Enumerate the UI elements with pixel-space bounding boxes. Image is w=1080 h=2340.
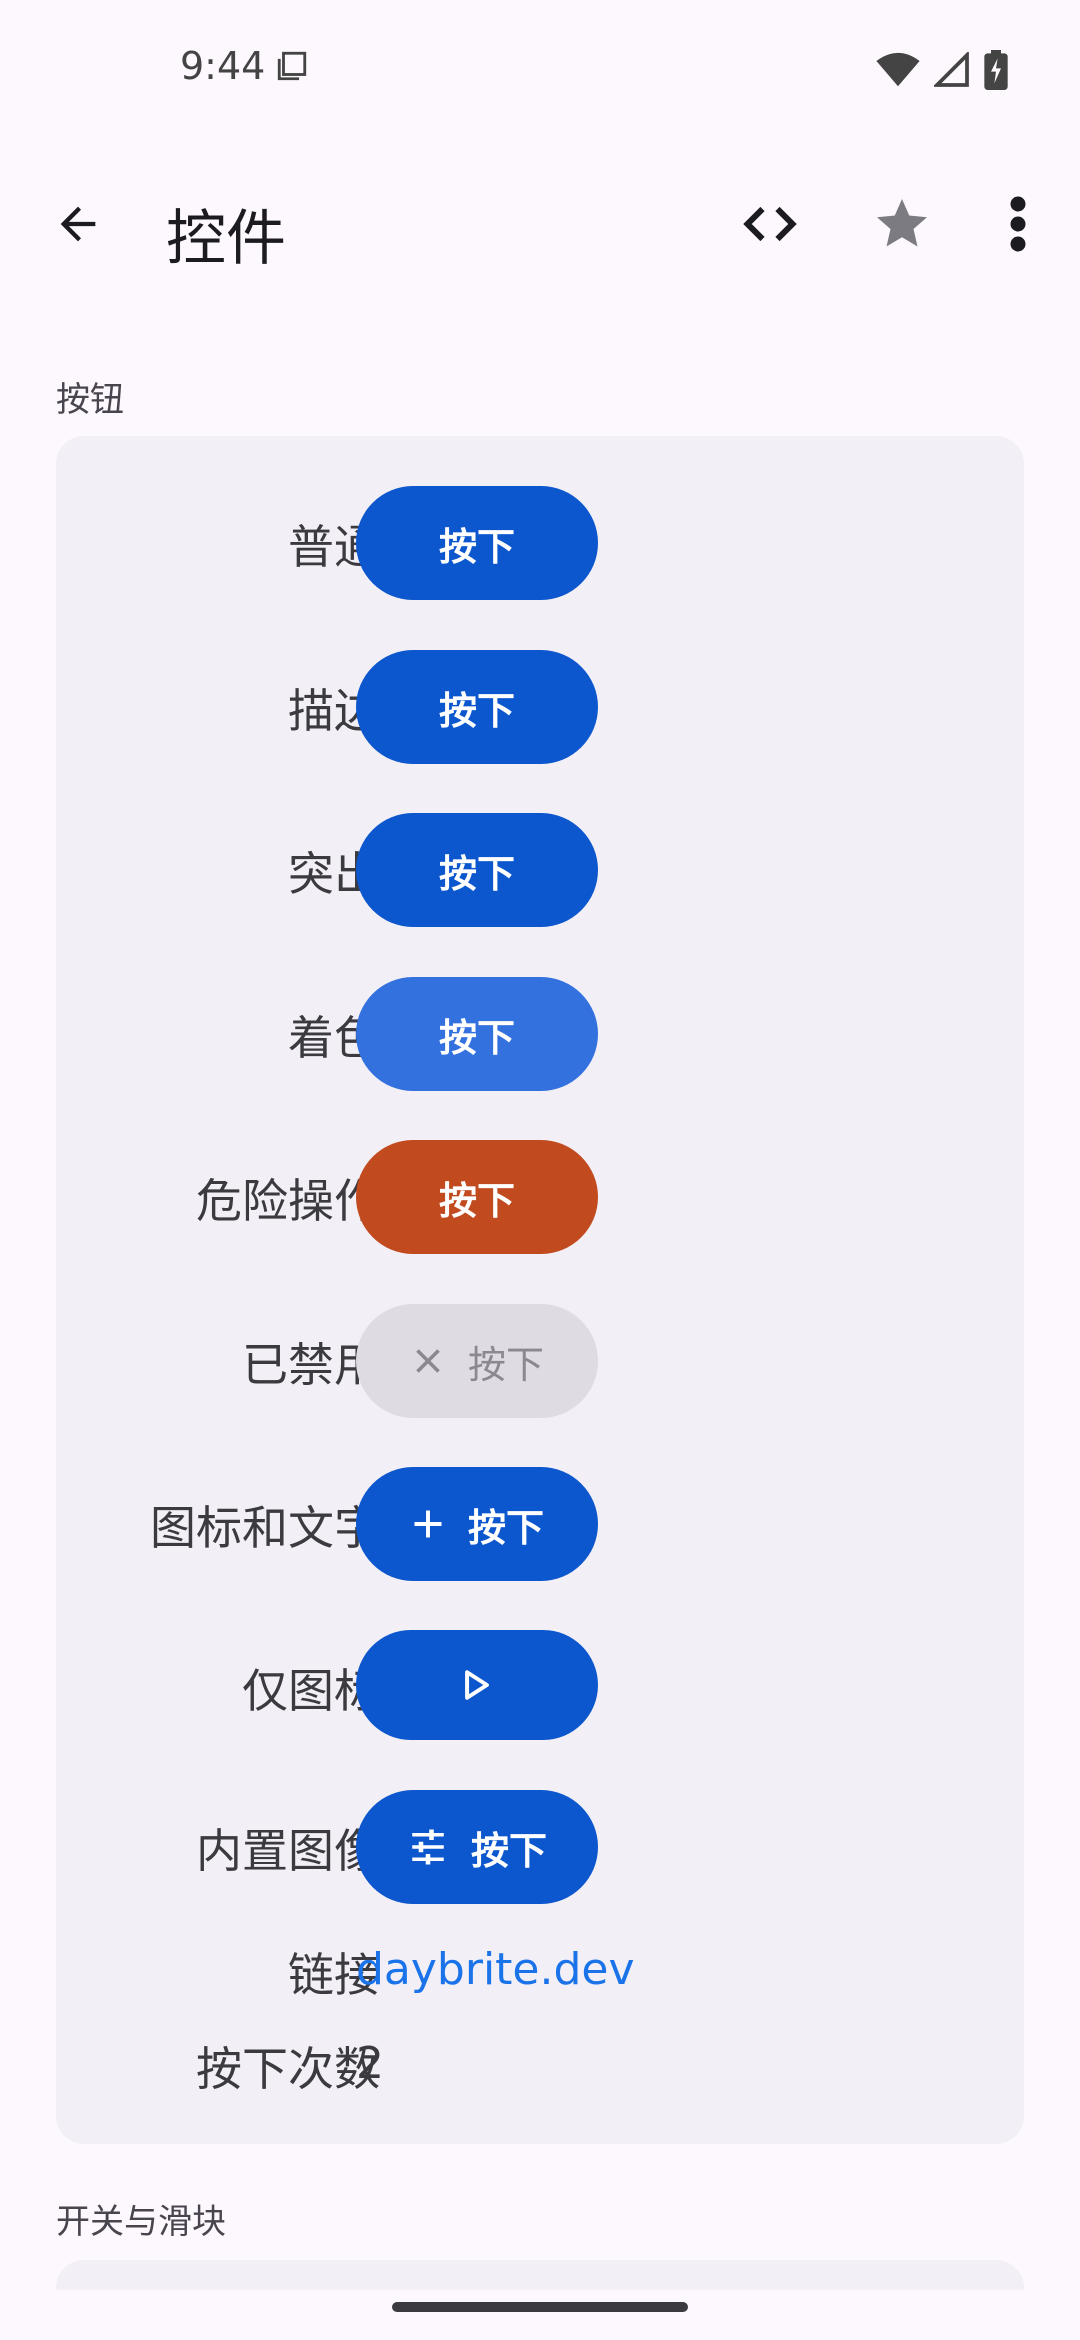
more-vert-icon bbox=[1010, 196, 1026, 252]
button-label: 按下 bbox=[467, 1342, 544, 1387]
button-row-tonal: 着色 按下 bbox=[56, 977, 1024, 1093]
button-label: 按下 bbox=[438, 1178, 515, 1223]
clock: 9:44 bbox=[180, 44, 266, 88]
status-bar: 9:44 bbox=[0, 0, 1080, 140]
builtin-image-button[interactable]: 按下 bbox=[356, 1790, 598, 1904]
danger-button[interactable]: 按下 bbox=[356, 1140, 598, 1254]
row-label: 危险操作 bbox=[196, 1174, 380, 1228]
button-row-prominent: 突出 按下 bbox=[56, 813, 1024, 929]
status-icons bbox=[876, 50, 1008, 90]
button-row-builtin-image: 内置图像 按下 bbox=[56, 1790, 1024, 1906]
section-title-buttons: 按钮 bbox=[56, 380, 124, 420]
section-title-switches: 开关与滑块 bbox=[56, 2202, 226, 2242]
row-label: 图标和文字 bbox=[150, 1501, 380, 1555]
button-label: 按下 bbox=[467, 1505, 544, 1550]
button-label: 按下 bbox=[438, 688, 515, 733]
close-icon bbox=[416, 1349, 440, 1373]
button-label: 按下 bbox=[438, 1015, 515, 1060]
outlined-button[interactable]: 按下 bbox=[356, 650, 598, 764]
play-icon bbox=[465, 1670, 489, 1700]
normal-button[interactable]: 按下 bbox=[356, 486, 598, 600]
prominent-button[interactable]: 按下 bbox=[356, 813, 598, 927]
page-title: 控件 bbox=[166, 204, 286, 274]
battery-icon bbox=[984, 50, 1008, 90]
icon-only-button[interactable] bbox=[356, 1630, 598, 1740]
link[interactable]: daybrite.dev bbox=[356, 1944, 635, 1995]
back-button[interactable] bbox=[30, 176, 126, 272]
buttons-card: 普通 按下 描边 按下 突出 按下 着色 按下 危险操作 按下 已禁用 按下 图… bbox=[56, 436, 1024, 2144]
signal-icon bbox=[934, 52, 969, 87]
tune-icon bbox=[412, 1829, 444, 1865]
button-row-icon-text: 图标和文字 按下 bbox=[56, 1467, 1024, 1583]
button-row-outlined: 描边 按下 bbox=[56, 650, 1024, 766]
star-icon bbox=[877, 199, 927, 247]
arrow-back-icon bbox=[60, 206, 96, 242]
press-count-value: 2 bbox=[356, 2038, 384, 2089]
disabled-button: 按下 bbox=[356, 1304, 598, 1418]
button-row-danger: 危险操作 按下 bbox=[56, 1140, 1024, 1256]
row-label: 按下次数 bbox=[196, 2042, 380, 2096]
add-icon bbox=[414, 1510, 442, 1538]
favorite-button[interactable] bbox=[854, 176, 950, 272]
icon-text-button[interactable]: 按下 bbox=[356, 1467, 598, 1581]
link-row: 链接 daybrite.dev bbox=[56, 1922, 1024, 2022]
screenshot-icon bbox=[278, 51, 307, 81]
button-row-disabled: 已禁用 按下 bbox=[56, 1304, 1024, 1420]
tonal-button[interactable]: 按下 bbox=[356, 977, 598, 1091]
press-count-row: 按下次数 2 bbox=[56, 2016, 1024, 2116]
button-label: 按下 bbox=[470, 1828, 547, 1873]
more-options-button[interactable] bbox=[970, 176, 1066, 272]
view-source-button[interactable] bbox=[722, 176, 818, 272]
button-label: 按下 bbox=[438, 524, 515, 569]
status-time: 9:44 bbox=[180, 44, 309, 88]
button-row-icon-only: 仅图标 bbox=[56, 1630, 1024, 1746]
row-label: 内置图像 bbox=[196, 1824, 380, 1878]
code-icon bbox=[743, 206, 797, 242]
button-row-normal: 普通 按下 bbox=[56, 486, 1024, 602]
switches-card bbox=[56, 2260, 1024, 2290]
gesture-nav-handle[interactable] bbox=[392, 2302, 688, 2312]
wifi-icon bbox=[876, 52, 920, 87]
button-label: 按下 bbox=[438, 851, 515, 896]
